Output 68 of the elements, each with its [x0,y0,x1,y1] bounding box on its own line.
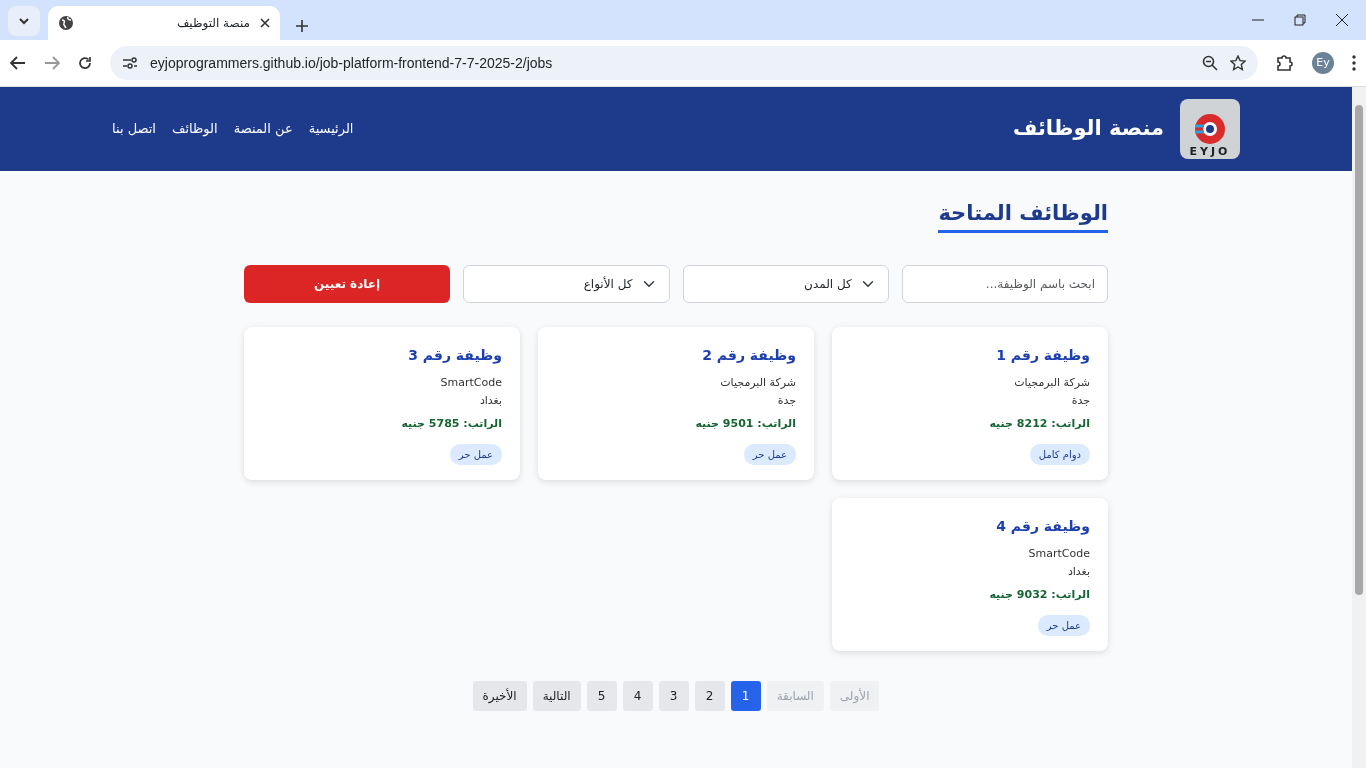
nav-link[interactable]: الرئيسية [308,119,354,139]
reset-button[interactable]: إعادة تعيين [244,265,451,304]
nav-link[interactable]: اتصل بنا [112,119,156,139]
page-button[interactable]: 1 [730,681,761,712]
job-title[interactable]: وظيفة رقم 3 [262,345,502,367]
site-settings-icon [122,56,138,70]
address-bar[interactable]: eyjoprogrammers.github.io/job-platform-frontend-7-7-2025-2/jobs [110,46,1258,80]
site-title: منصة الوظائف [1012,115,1164,143]
restore-button[interactable] [1294,14,1306,26]
salary-text: الراتب: 5785 جنيه [400,416,502,433]
forward-button[interactable] [44,56,60,70]
profile-avatar[interactable]: Ey [1312,52,1334,74]
close-tab-button[interactable] [260,18,270,28]
star-icon[interactable] [1230,55,1246,71]
url-text: eyjoprogrammers.github.io/job-platform-frontend-7-7-2025-2/jobs [150,53,554,73]
restore-icon [1294,14,1306,26]
browser-tab[interactable]: منصة التوظيف [48,6,280,40]
globe-icon [58,15,74,31]
job-type-tag: عمل حر [743,443,796,465]
nav-link[interactable]: الوظائف [172,119,218,139]
puzzle-icon[interactable] [1276,54,1294,72]
back-arrow-icon [10,56,26,70]
menu-icon[interactable] [1352,55,1356,71]
job-type-tag: عمل حر [1037,614,1090,636]
tab-title: منصة التوظيف [175,15,250,32]
company-name: شركة البرمجيات [1013,375,1090,392]
chevron-down-icon [18,17,30,25]
search-field[interactable]: ابحث باسم الوظيفة... [901,265,1108,304]
nav-link[interactable]: عن المنصة [233,119,293,139]
job-city: جدة [776,393,796,410]
job-city: بغداد [1066,564,1090,581]
page-button[interactable]: التالية [532,681,581,712]
job-type-tag: عمل حر [449,443,502,465]
page-button[interactable]: الأخيرة [472,681,527,712]
close-window-button[interactable] [1336,14,1348,26]
job-city: جدة [1070,393,1090,410]
job-title[interactable]: وظيفة رقم 4 [850,516,1090,538]
zoom-out-icon[interactable] [1202,55,1218,71]
page-button[interactable]: 4 [622,681,653,712]
back-button[interactable] [10,56,26,70]
company-name: شركة البرمجيات [719,375,796,392]
job-city: بغداد [478,393,502,410]
close-icon [1336,14,1348,26]
tab-list-button[interactable] [8,6,40,36]
forward-arrow-icon [44,56,60,70]
logo-text: EYJO [1189,146,1231,157]
logo-emblem-icon [1193,112,1227,146]
page-title: الوظائف المتاحة [938,201,1108,234]
new-tab-button[interactable] [296,20,308,32]
page-button[interactable]: 5 [586,681,617,712]
city-select[interactable]: كل المدن [682,265,889,304]
company-name: SmartCode [439,375,502,392]
job-title[interactable]: وظيفة رقم 1 [850,345,1090,367]
salary-text: الراتب: 9032 جنيه [988,587,1090,604]
company-name: SmartCode [1027,546,1090,563]
type-select[interactable]: كل الأنواع [463,265,670,304]
minimize-icon [1252,19,1264,21]
job-type-tag: دوام كامل [1029,443,1090,465]
job-title[interactable]: وظيفة رقم 2 [556,345,796,367]
scrollbar-thumb[interactable] [1355,105,1363,595]
reload-button[interactable] [78,56,92,70]
plus-icon [296,20,308,32]
reload-icon [78,56,92,70]
page-button[interactable]: 3 [658,681,689,712]
salary-text: الراتب: 9501 جنيه [694,416,796,433]
page-button[interactable]: 2 [694,681,725,712]
salary-text: الراتب: 8212 جنيه [988,416,1090,433]
close-icon [260,18,270,28]
